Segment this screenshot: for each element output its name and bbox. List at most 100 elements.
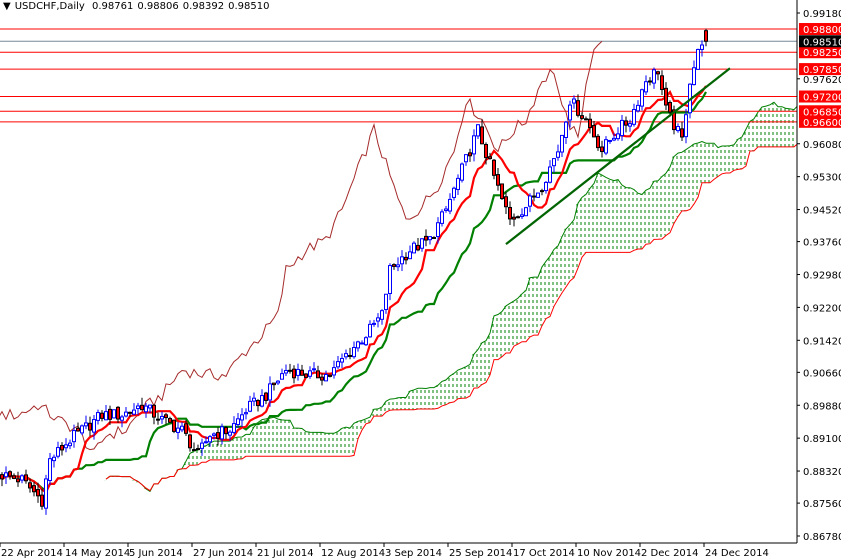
candle-body <box>416 244 420 251</box>
cloud-bullish-segment <box>196 450 200 465</box>
cloud-bullish-segment <box>712 143 716 180</box>
cloud-bullish-segment <box>484 340 488 383</box>
bullish-candle <box>52 454 56 468</box>
cloud-bullish-segment <box>252 426 256 457</box>
bullish-candle <box>640 88 644 111</box>
candle-body <box>628 123 632 127</box>
bearish-candle <box>328 374 332 378</box>
candle-body <box>540 190 544 193</box>
candle-body <box>164 414 168 419</box>
dropdown-triangle-icon[interactable]: ▼ <box>3 1 11 12</box>
bullish-candle <box>548 160 552 184</box>
bullish-candle <box>472 129 476 162</box>
bearish-candle <box>648 77 652 86</box>
bullish-candle <box>280 368 284 380</box>
candle-body <box>272 382 276 386</box>
bearish-candle <box>8 470 12 480</box>
bearish-candle <box>88 416 92 436</box>
bullish-candle <box>240 408 244 427</box>
candle-body <box>524 207 528 217</box>
candle-body <box>144 405 148 413</box>
bullish-candle <box>360 340 364 345</box>
price-badge-label: 0.97850 <box>803 65 841 76</box>
candle-body <box>20 475 24 481</box>
candle-body <box>464 154 468 163</box>
bullish-candle <box>608 139 612 144</box>
candle-body <box>268 383 272 401</box>
x-tick-label: 22 Apr 2014 <box>1 548 63 559</box>
candle-body <box>556 151 560 158</box>
candle-body <box>516 216 520 219</box>
level-price-badge: 0.97200 <box>799 90 841 104</box>
candle-body <box>244 412 248 415</box>
candle-body <box>120 416 124 421</box>
cloud-bullish-segment <box>436 385 440 409</box>
candle-body <box>48 458 52 481</box>
candle-body <box>248 400 252 412</box>
cloud-bullish-segment <box>304 431 308 457</box>
candle-body <box>568 104 572 121</box>
candle-body <box>284 369 288 374</box>
candle-body <box>240 414 244 421</box>
candle-body <box>172 419 176 432</box>
cloud-bullish-segment <box>592 183 596 253</box>
candle-body <box>352 346 356 358</box>
candle-body <box>384 293 388 310</box>
cloud-bullish-segment <box>660 176 664 240</box>
candle-body <box>412 242 416 254</box>
cloud-bullish-segment <box>448 375 452 403</box>
bullish-candle <box>96 409 100 425</box>
bullish-candle <box>536 192 540 198</box>
cloud-bullish-segment <box>388 399 392 411</box>
bullish-candle <box>176 422 180 440</box>
candle-body <box>532 195 536 198</box>
candle-body <box>512 216 516 220</box>
bullish-candle <box>232 416 236 435</box>
bearish-candle <box>224 425 228 440</box>
candle-body <box>8 471 12 477</box>
candle-body <box>44 478 48 509</box>
bearish-candle <box>504 191 508 215</box>
bearish-candle <box>40 488 44 510</box>
bullish-candle <box>476 124 480 139</box>
price-chart[interactable]: 0.99180 0.97620 0.96080 0.95300 0.94520 0.937… <box>0 0 841 559</box>
cloud-bullish-segment <box>788 108 792 147</box>
cloud-bullish-segment <box>416 388 420 409</box>
cloud-bullish-segment <box>540 266 544 326</box>
candle-body <box>472 135 476 155</box>
bullish-candle <box>676 123 680 133</box>
y-tick-label: 0.94520 <box>803 206 841 217</box>
candle-body <box>396 264 400 268</box>
candle-body <box>124 411 128 417</box>
candle-body <box>348 354 352 357</box>
y-tick-label: 0.99180 <box>803 9 841 20</box>
bearish-candle <box>292 365 296 384</box>
candle-body <box>372 322 376 325</box>
candle-body <box>648 80 652 83</box>
bullish-candle <box>652 67 656 89</box>
cloud-bullish-segment <box>344 427 348 457</box>
candle-body <box>64 444 68 449</box>
candle-body <box>508 206 512 220</box>
cloud-bullish-segment <box>528 277 532 337</box>
candle-body <box>652 69 656 84</box>
bullish-candle <box>644 75 648 96</box>
cloud-bullish-segment <box>464 366 468 399</box>
cloud-bullish-segment <box>676 153 680 217</box>
candle-body <box>324 373 328 382</box>
symbol-label: USDCHF,Daily <box>14 1 85 12</box>
cloud-bullish-segment <box>536 277 540 336</box>
bullish-candle <box>56 441 60 459</box>
candle-body <box>588 118 592 128</box>
cloud-bullish-segment <box>544 261 548 319</box>
cloud-bullish-segment <box>700 141 704 183</box>
cloud-bullish-segment <box>432 387 436 409</box>
bullish-candle <box>124 407 128 418</box>
cloud-bullish-segment <box>412 389 416 410</box>
bullish-candle <box>332 360 336 379</box>
bearish-candle <box>304 373 308 379</box>
candle-body <box>680 128 684 138</box>
cloud-bullish-segment <box>236 437 240 459</box>
cloud-bullish-segment <box>564 228 568 287</box>
candle-body <box>212 433 216 436</box>
